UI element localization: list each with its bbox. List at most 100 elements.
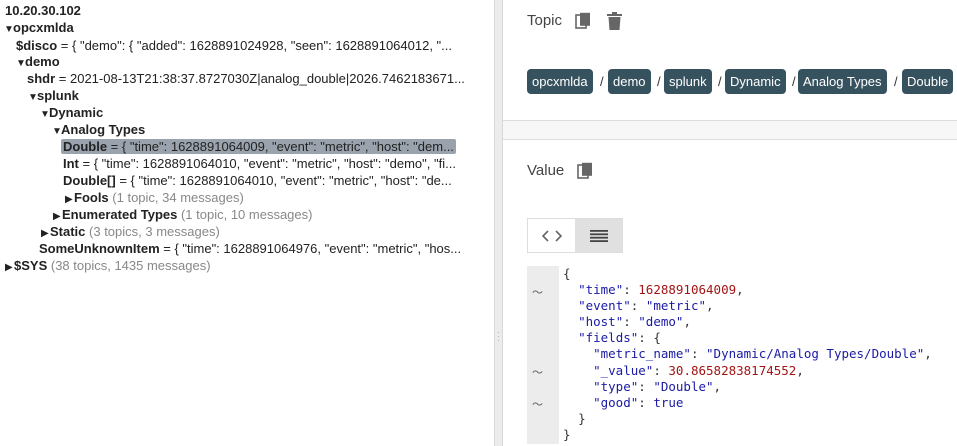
breadcrumb-separator: / (600, 74, 604, 89)
expanded-arrow-icon[interactable]: ▼ (52, 123, 62, 138)
json-brace: } (563, 426, 571, 442)
json-key: "fields" (578, 330, 639, 346)
view-mode-toggle (527, 218, 623, 253)
tree-node-splunk[interactable]: ▼splunk (28, 87, 494, 104)
tree-node-demo[interactable]: ▼demo (16, 53, 494, 70)
change-marker-icon: 〜 (532, 287, 543, 299)
drag-handle-icon: · · · (497, 327, 500, 345)
tree-node-fools[interactable]: ▶Fools (1 topic, 34 messages) (65, 189, 494, 206)
node-label: $disco (16, 38, 58, 53)
lines-icon (590, 230, 608, 242)
tree-node-int[interactable]: Int = { "time": 1628891064010, "event": … (63, 155, 494, 172)
node-value: = { "time": 1628891064976, "event": "met… (159, 241, 462, 256)
node-value: = { "time": 1628891064009, "event": "met… (107, 139, 454, 154)
breadcrumb-separator: / (792, 74, 796, 89)
node-meta: (3 topics, 3 messages) (85, 224, 220, 239)
json-key: "host" (578, 314, 624, 330)
node-label: demo (25, 54, 60, 69)
node-value: = 2021-08-13T21:38:37.8727030Z|analog_do… (55, 71, 465, 86)
topic-tree-panel: 10.20.30.102 ▼opcxmlda $disco = { "demo"… (0, 0, 494, 446)
breadcrumb-chip-analog-types[interactable]: Analog Types (798, 69, 887, 94)
tree-node-sys[interactable]: ▶$SYS (38 topics, 1435 messages) (5, 257, 494, 274)
breadcrumb-separator: / (657, 74, 661, 89)
details-panel: Topic opcxmlda / demo / splunk / Dynamic… (503, 0, 957, 446)
tree-node-enumerated-types[interactable]: ▶Enumerated Types (1 topic, 10 messages) (53, 206, 494, 223)
json-value: true (653, 394, 684, 410)
collapsed-arrow-icon[interactable]: ▶ (65, 191, 74, 206)
json-key: "type" (593, 378, 639, 394)
node-label: Double[] (63, 173, 116, 188)
json-value: "Double" (653, 378, 714, 394)
json-viewer[interactable]: { "time": 1628891064009, "event": "metri… (563, 266, 932, 443)
topic-title: Topic (527, 12, 563, 29)
collapsed-arrow-icon[interactable]: ▶ (5, 259, 14, 274)
json-value: 1628891064009 (638, 282, 737, 298)
copy-value-icon[interactable] (577, 162, 593, 185)
tree-node-static[interactable]: ▶Static (3 topics, 3 messages) (41, 223, 494, 240)
raw-view-button[interactable] (528, 219, 575, 252)
breadcrumb-separator: / (894, 74, 898, 89)
node-meta: (38 topics, 1435 messages) (47, 258, 211, 273)
tree-node-shdr[interactable]: shdr = 2021-08-13T21:38:37.8727030Z|anal… (27, 70, 494, 87)
node-meta: (1 topic, 10 messages) (177, 207, 313, 222)
node-label: Static (50, 224, 86, 239)
section-divider (503, 120, 957, 140)
json-value: "Dynamic/Analog Types/Double" (706, 346, 925, 362)
breadcrumb-separator: / (718, 74, 722, 89)
code-icon (542, 230, 562, 242)
node-label: Enumerated Types (62, 207, 178, 222)
breadcrumb-chip-dynamic[interactable]: Dynamic (725, 69, 786, 94)
node-label: Dynamic (49, 105, 104, 120)
json-key: "_value" (593, 362, 654, 378)
breadcrumb-chip-demo[interactable]: demo (608, 69, 651, 94)
node-label: shdr (27, 71, 56, 86)
breadcrumb-chip-double[interactable]: Double (902, 69, 954, 94)
value-title: Value (527, 162, 565, 179)
collapsed-arrow-icon[interactable]: ▶ (41, 225, 50, 240)
node-label: splunk (37, 88, 79, 103)
node-meta: (1 topic, 34 messages) (108, 190, 244, 205)
expanded-arrow-icon[interactable]: ▼ (28, 89, 38, 104)
breadcrumb-chip-opcxmlda[interactable]: opcxmlda (527, 69, 593, 94)
json-key: "time" (578, 282, 624, 298)
node-label: $SYS (14, 258, 48, 273)
node-value: = { "time": 1628891064010, "event": "met… (78, 156, 456, 171)
node-value: = { "demo": { "added": 1628891024928, "s… (57, 38, 453, 53)
json-key: "event" (578, 298, 631, 314)
node-label: Analog Types (61, 122, 146, 137)
delete-topic-icon[interactable] (607, 12, 622, 35)
tree-node-double-array[interactable]: Double[] = { "time": 1628891064010, "eve… (63, 172, 494, 189)
collapsed-arrow-icon[interactable]: ▶ (53, 208, 62, 223)
json-brace: { (563, 266, 571, 281)
tree-node-double-selected[interactable]: Double = { "time": 1628891064009, "event… (61, 138, 494, 155)
json-value: 30.86582838174552 (668, 362, 797, 378)
tree-node-unknown[interactable]: SomeUnknownItem = { "time": 162889106497… (39, 240, 494, 257)
tree-node-opcxmlda[interactable]: ▼opcxmlda (4, 19, 494, 36)
tree-broker-row[interactable]: 10.20.30.102 (5, 2, 494, 19)
selected-item: Double = { "time": 1628891064009, "event… (61, 139, 456, 154)
node-label: Double (63, 139, 108, 154)
json-key: "metric_name" (593, 346, 691, 362)
change-marker-icon: 〜 (532, 399, 543, 411)
change-marker-icon: 〜 (532, 367, 543, 379)
node-label: Fools (74, 190, 109, 205)
formatted-view-button[interactable] (575, 219, 622, 252)
expanded-arrow-icon[interactable]: ▼ (16, 55, 26, 70)
tree-node-disco[interactable]: $disco = { "demo": { "added": 1628891024… (16, 37, 494, 54)
json-value: "demo" (638, 314, 684, 330)
tree-node-analog-types[interactable]: ▼Analog Types (52, 121, 494, 138)
json-key: "good" (593, 394, 639, 410)
node-value: = { "time": 1628891064010, "event": "met… (115, 173, 452, 188)
json-value: "metric" (645, 298, 707, 314)
expanded-arrow-icon[interactable]: ▼ (4, 21, 14, 36)
node-label: opcxmlda (13, 20, 74, 35)
diff-gutter: 〜 〜 〜 (527, 266, 559, 444)
node-label: SomeUnknownItem (39, 241, 160, 256)
tree-node-dynamic[interactable]: ▼Dynamic (40, 104, 494, 121)
broker-label: 10.20.30.102 (5, 3, 81, 18)
copy-topic-icon[interactable] (575, 12, 591, 35)
breadcrumb-chip-splunk[interactable]: splunk (664, 69, 712, 94)
expanded-arrow-icon[interactable]: ▼ (40, 106, 50, 121)
node-label: Int (63, 156, 79, 171)
panel-splitter[interactable]: · · · (494, 0, 503, 446)
